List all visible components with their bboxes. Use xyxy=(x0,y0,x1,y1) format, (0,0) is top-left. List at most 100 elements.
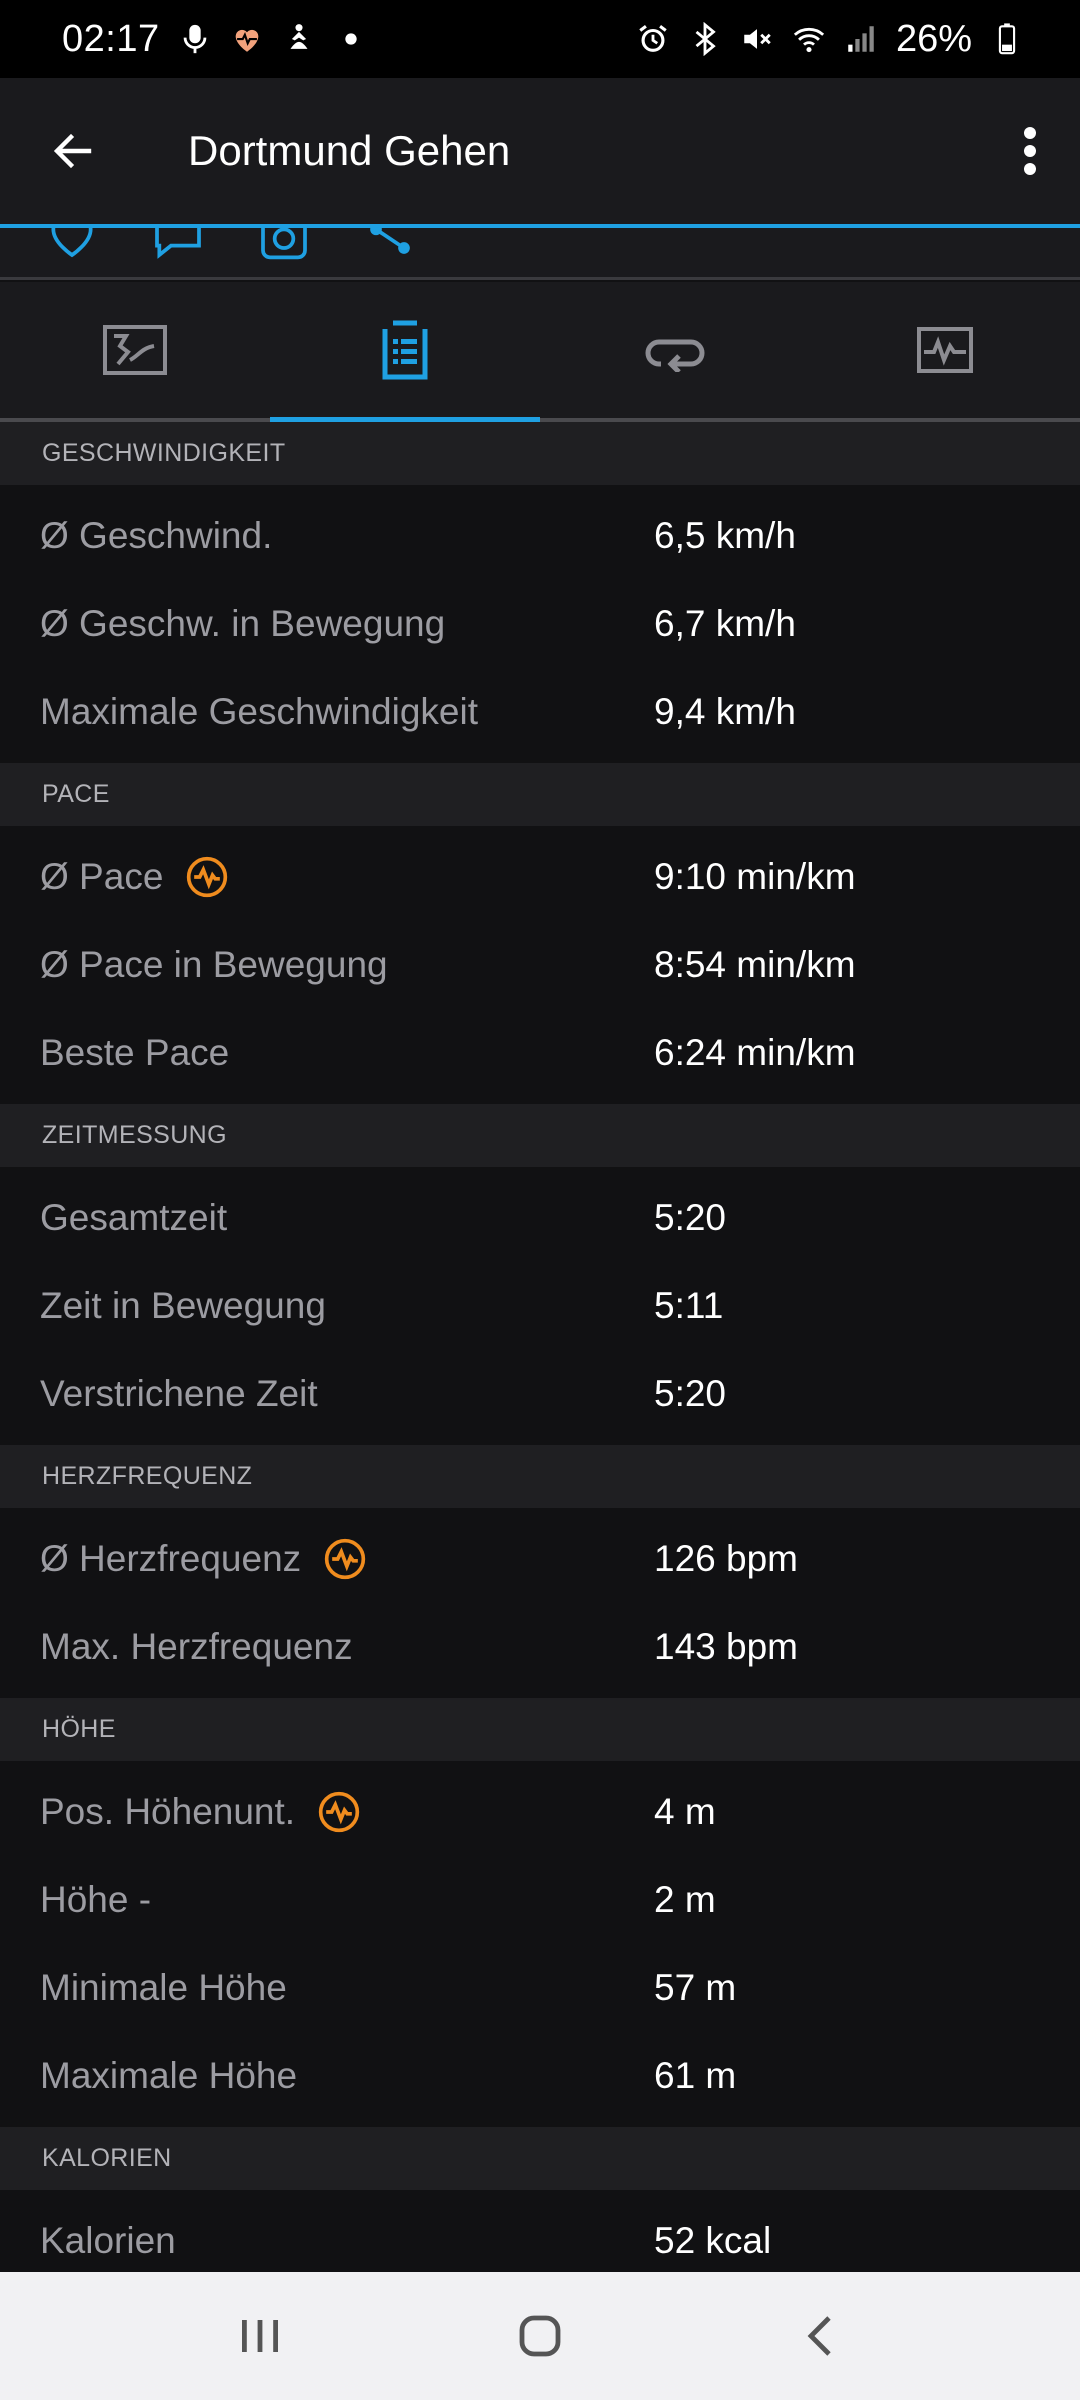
stat-label: Verstrichene Zeit xyxy=(40,1373,318,1414)
tab-course-map[interactable] xyxy=(0,282,270,418)
section-header: PACE xyxy=(0,763,1080,826)
activity-pulse-badge-icon[interactable] xyxy=(185,855,229,899)
stat-value: 57 m xyxy=(654,1967,737,2008)
social-action-strip xyxy=(0,228,1080,280)
stat-row: Ø Geschwind. 6,5 km/h xyxy=(0,492,1080,580)
stat-label: Kalorien xyxy=(40,2220,176,2261)
section-header: ZEITMESSUNG xyxy=(0,1104,1080,1167)
stat-value: 6,7 km/h xyxy=(654,603,796,644)
stat-row: Ø Geschw. in Bewegung 6,7 km/h xyxy=(0,580,1080,668)
stat-value: 143 bpm xyxy=(654,1626,798,1667)
section-header: HERZFREQUENZ xyxy=(0,1445,1080,1508)
stat-label: Zeit in Bewegung xyxy=(40,1285,326,1326)
stat-row: Höhe - 2 m xyxy=(0,1856,1080,1944)
stat-value: 61 m xyxy=(654,2055,737,2096)
section-speed: GESCHWINDIGKEIT Ø Geschwind. 6,5 km/h Ø … xyxy=(0,422,1080,763)
section-pace: PACE Ø Pace 9:10 min/km Ø Pace in Bewegu… xyxy=(0,763,1080,1104)
stat-label: Beste Pace xyxy=(40,1032,230,1073)
dot-icon xyxy=(344,33,357,45)
bluetooth-icon xyxy=(695,22,716,56)
stat-label: Max. Herzfrequenz xyxy=(40,1626,353,1667)
stat-value: 8:54 min/km xyxy=(654,944,856,985)
signal-icon xyxy=(848,26,874,52)
laps-icon xyxy=(645,339,705,372)
yoga-icon xyxy=(290,24,308,49)
detail-tabs xyxy=(0,282,1080,422)
section-calories: KALORIEN Kalorien 52 kcal xyxy=(0,2127,1080,2292)
wifi-icon xyxy=(793,27,825,53)
app-bar: Dortmund Gehen xyxy=(0,78,1080,224)
stat-row: Minimale Höhe 57 m xyxy=(0,1944,1080,2032)
activity-pulse-badge-icon[interactable] xyxy=(323,1537,367,1581)
section-elevation: HÖHE Pos. Höhenunt. 4 m Höhe - 2 m Minim… xyxy=(0,1698,1080,2127)
section-header: HÖHE xyxy=(0,1698,1080,1761)
share-icon[interactable] xyxy=(362,228,418,262)
tab-charts[interactable] xyxy=(810,282,1080,418)
stat-value: 6,5 km/h xyxy=(654,515,796,556)
battery-icon xyxy=(998,23,1016,55)
section-header: KALORIEN xyxy=(0,2127,1080,2190)
stat-value: 5:11 xyxy=(654,1285,724,1326)
overflow-menu-button[interactable] xyxy=(980,78,1080,224)
stat-row: Gesamtzeit 5:20 xyxy=(0,1174,1080,1262)
like-icon[interactable] xyxy=(44,228,100,262)
stat-row: Beste Pace 6:24 min/km xyxy=(0,1009,1080,1097)
section-timing: ZEITMESSUNG Gesamtzeit 5:20 Zeit in Bewe… xyxy=(0,1104,1080,1445)
stat-value: 126 bpm xyxy=(654,1538,798,1579)
more-vertical-icon xyxy=(1024,127,1036,175)
status-bar: 02:17 26% xyxy=(0,0,1080,78)
back-button[interactable] xyxy=(0,78,146,224)
stat-value: 9,4 km/h xyxy=(654,691,796,732)
stat-value: 5:20 xyxy=(654,1373,727,1414)
stat-label: Höhe - xyxy=(40,1879,152,1920)
stat-value: 52 kcal xyxy=(654,2220,772,2261)
stat-row: Zeit in Bewegung 5:11 xyxy=(0,1262,1080,1350)
recents-button[interactable] xyxy=(200,2286,320,2386)
stat-row: Maximale Höhe 61 m xyxy=(0,2032,1080,2120)
stat-value: 4 m xyxy=(654,1791,716,1832)
status-bar-right: 26% xyxy=(636,18,1024,61)
stat-value: 6:24 min/km xyxy=(654,1032,856,1073)
camera-icon[interactable] xyxy=(256,228,312,262)
stat-label: Ø Pace xyxy=(40,856,164,897)
status-bar-left: 02:17 xyxy=(62,18,368,61)
heart-icon xyxy=(235,29,258,52)
section-header: GESCHWINDIGKEIT xyxy=(0,422,1080,485)
charts-icon xyxy=(917,327,973,373)
system-back-button[interactable] xyxy=(760,2286,880,2386)
activity-details-screen: 02:17 26% Dortmund Gehen GESCHWINDIGKEIT… xyxy=(0,0,1080,2400)
stat-value: 9:10 min/km xyxy=(654,856,856,897)
stat-row: Verstrichene Zeit 5:20 xyxy=(0,1350,1080,1438)
comment-icon[interactable] xyxy=(150,228,206,262)
mic-icon xyxy=(183,24,206,54)
stat-label: Ø Pace in Bewegung xyxy=(40,944,388,985)
home-icon xyxy=(519,2315,561,2357)
alarm-icon xyxy=(639,25,667,52)
stat-row[interactable]: Ø Herzfrequenz 126 bpm xyxy=(0,1515,1080,1603)
stat-label: Gesamtzeit xyxy=(40,1197,228,1238)
stats-list: GESCHWINDIGKEIT Ø Geschwind. 6,5 km/h Ø … xyxy=(0,422,1080,2292)
arrow-left-icon xyxy=(53,133,92,169)
home-button[interactable] xyxy=(480,2286,600,2386)
stat-label: Ø Geschwind. xyxy=(40,515,273,556)
page-title: Dortmund Gehen xyxy=(188,127,511,174)
stat-row[interactable]: Ø Pace 9:10 min/km xyxy=(0,833,1080,921)
stat-row: Ø Pace in Bewegung 8:54 min/km xyxy=(0,921,1080,1009)
activity-pulse-badge-icon[interactable] xyxy=(317,1790,361,1834)
status-time: 02:17 xyxy=(62,17,160,60)
tab-laps[interactable] xyxy=(540,282,810,418)
stat-row[interactable]: Pos. Höhenunt. 4 m xyxy=(0,1768,1080,1856)
stat-value: 2 m xyxy=(654,1879,716,1920)
stat-row: Max. Herzfrequenz 143 bpm xyxy=(0,1603,1080,1691)
stat-label: Maximale Geschwindigkeit xyxy=(40,691,479,732)
tab-stats[interactable] xyxy=(270,282,540,422)
recents-icon xyxy=(242,2320,278,2352)
stat-value: 5:20 xyxy=(654,1197,727,1238)
system-nav-bar xyxy=(0,2272,1080,2400)
mute-icon xyxy=(744,29,771,49)
section-heart-rate: HERZFREQUENZ Ø Herzfrequenz 126 bpm Max.… xyxy=(0,1445,1080,1698)
back-icon xyxy=(807,2316,831,2356)
stat-label: Maximale Höhe xyxy=(40,2055,298,2096)
stat-label: Pos. Höhenunt. xyxy=(40,1791,296,1832)
course-map-icon xyxy=(103,325,167,375)
